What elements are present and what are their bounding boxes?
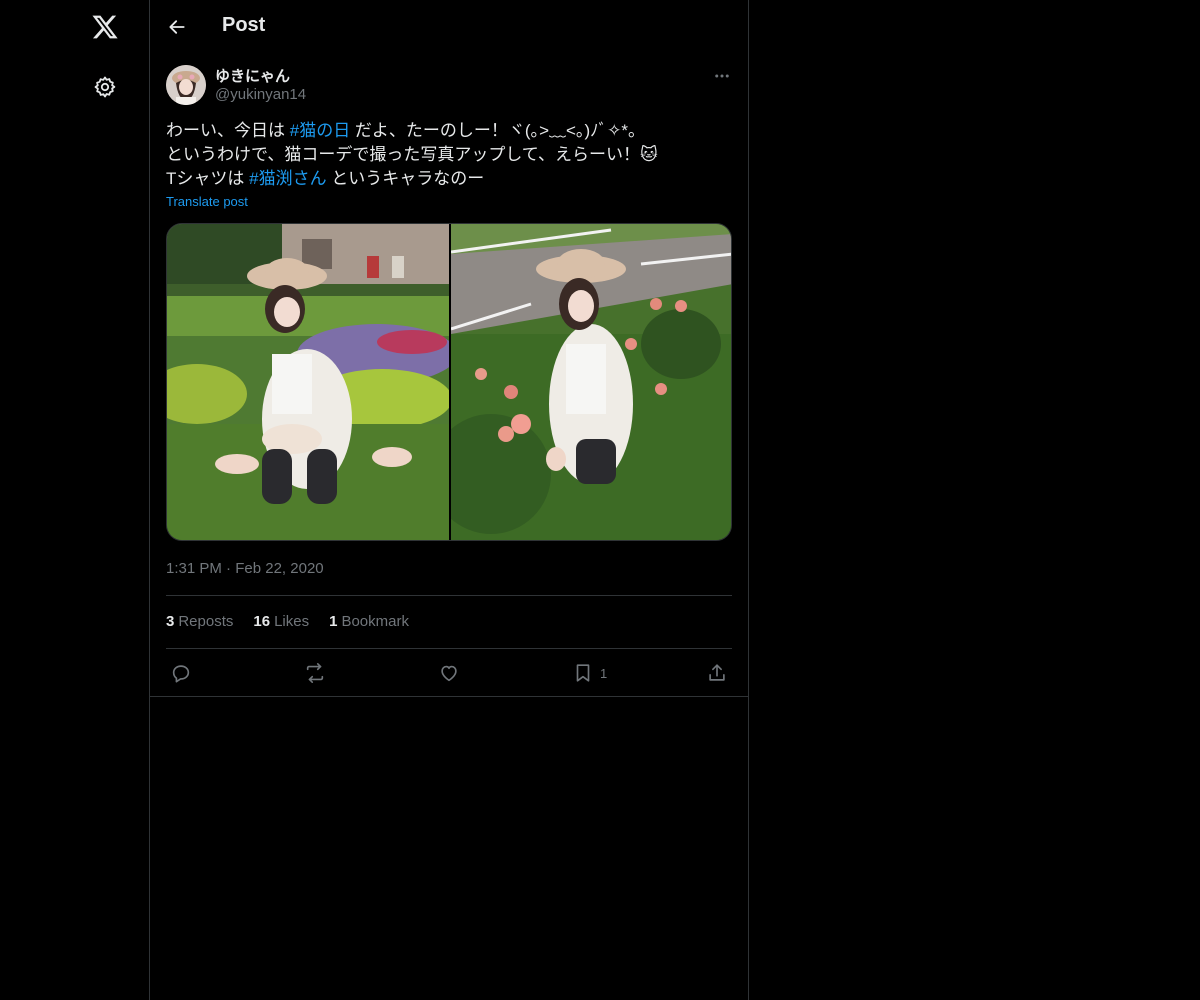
media-grid (166, 223, 732, 541)
post-bottom-border (150, 696, 748, 697)
translate-post-link[interactable]: Translate post (166, 194, 248, 209)
photo-1[interactable] (167, 224, 457, 540)
reply-button[interactable] (170, 660, 192, 686)
bookmarks-stat[interactable]: 1 Bookmark (329, 613, 409, 630)
post-column: Post ゆきにゃん @yukinyan14 わーい、今日は #猫の日 だよ、た… (149, 0, 749, 1000)
reposts-count: 3 (166, 613, 175, 630)
post-text: わーい、今日は #猫の日 だよ、たーのしー！ヾ(｡>﹏<｡)ﾉﾞ✧*。 というわ… (166, 119, 732, 191)
left-rail (0, 0, 149, 1000)
repost-button[interactable] (304, 660, 326, 686)
bookmark-count: 1 (600, 665, 608, 681)
gear-icon[interactable] (91, 73, 119, 101)
share-icon (709, 664, 725, 681)
page-header: Post (150, 0, 748, 54)
page-title: Post (222, 14, 266, 36)
reposts-label: Reposts (178, 613, 234, 630)
text-segment: だよ、たーのしー！ヾ(｡>﹏<｡)ﾉﾞ✧*。 (350, 121, 645, 140)
divider (166, 648, 732, 649)
timestamp-separator: · (226, 560, 232, 577)
more-options-icon[interactable] (710, 64, 734, 88)
text-segment: わーい、今日は (166, 121, 290, 140)
like-button[interactable] (438, 660, 460, 686)
avatar[interactable] (166, 65, 206, 105)
action-bar: 1 (166, 660, 732, 686)
post-stats: 3 Reposts 16 Likes 1 Bookmark (166, 613, 409, 630)
post-timestamp: 1:31 PM · Feb 22, 2020 (166, 560, 324, 577)
text-segment: というわけで、猫コーデで撮った写真アップして、えらーい！🐱 (166, 145, 658, 164)
likes-stat[interactable]: 16 Likes (253, 613, 309, 630)
author-display-name[interactable]: ゆきにゃん (215, 65, 290, 86)
bookmark-icon (576, 664, 590, 682)
bookmarks-label: Bookmark (341, 613, 409, 630)
bookmarks-count: 1 (329, 613, 338, 630)
text-segment: Tシャツは (166, 169, 250, 188)
post-text-line: わーい、今日は #猫の日 だよ、たーのしー！ヾ(｡>﹏<｡)ﾉﾞ✧*。 (166, 119, 732, 143)
repost-icon (306, 663, 324, 683)
hashtag-link[interactable]: #猫渕さん (249, 169, 326, 188)
post-time[interactable]: 1:31 PM (166, 560, 222, 577)
reposts-stat[interactable]: 3 Reposts (166, 613, 233, 630)
hashtag-link[interactable]: #猫の日 (290, 121, 350, 140)
text-segment: というキャラなのー (326, 169, 485, 188)
post-text-line: Tシャツは #猫渕さん というキャラなのー (166, 167, 732, 191)
heart-icon (441, 665, 457, 682)
reply-icon (172, 665, 190, 683)
share-button[interactable] (706, 660, 728, 686)
back-arrow-icon[interactable] (164, 14, 190, 40)
x-logo-icon[interactable] (88, 10, 122, 44)
likes-count: 16 (253, 613, 271, 630)
author-handle[interactable]: @yukinyan14 (215, 86, 306, 103)
post-date[interactable]: Feb 22, 2020 (235, 560, 323, 577)
likes-label: Likes (274, 613, 310, 630)
divider (166, 595, 732, 596)
bookmark-button[interactable]: 1 (572, 660, 607, 686)
photo-2[interactable] (431, 224, 731, 540)
post-text-line: というわけで、猫コーデで撮った写真アップして、えらーい！🐱 (166, 143, 732, 167)
